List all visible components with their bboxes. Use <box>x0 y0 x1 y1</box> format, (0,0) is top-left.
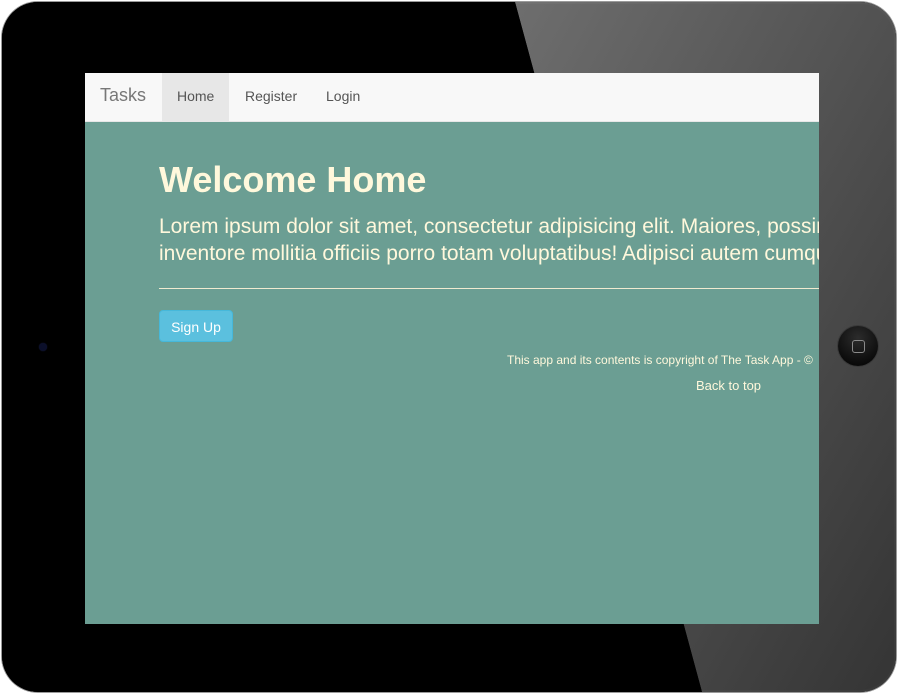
divider <box>159 288 819 289</box>
camera-icon <box>39 343 47 351</box>
home-square-icon <box>852 340 865 353</box>
nav-home-link[interactable]: Home <box>162 73 230 121</box>
lead-line-2: inventore mollitia officiis porro totam … <box>159 242 819 265</box>
navbar: Tasks Home Register Login <box>85 73 819 122</box>
page-title: Welcome Home <box>159 159 427 200</box>
lead-line-1: Lorem ipsum dolor sit amet, consectetur … <box>159 215 819 238</box>
lead-text: Lorem ipsum dolor sit amet, consectetur … <box>159 213 819 267</box>
back-to-top-link[interactable]: Back to top <box>696 378 761 393</box>
footer-copyright: This app and its contents is copyright o… <box>507 353 813 367</box>
nav-login-link[interactable]: Login <box>311 73 375 121</box>
tablet-frame: Tasks Home Register Login Welcome Home L… <box>2 2 896 692</box>
sign-up-button[interactable]: Sign Up <box>159 310 233 342</box>
home-button-icon[interactable] <box>838 326 878 366</box>
navbar-brand[interactable]: Tasks <box>100 85 146 106</box>
nav-register-link[interactable]: Register <box>230 73 312 121</box>
app-screen: Tasks Home Register Login Welcome Home L… <box>85 73 819 624</box>
